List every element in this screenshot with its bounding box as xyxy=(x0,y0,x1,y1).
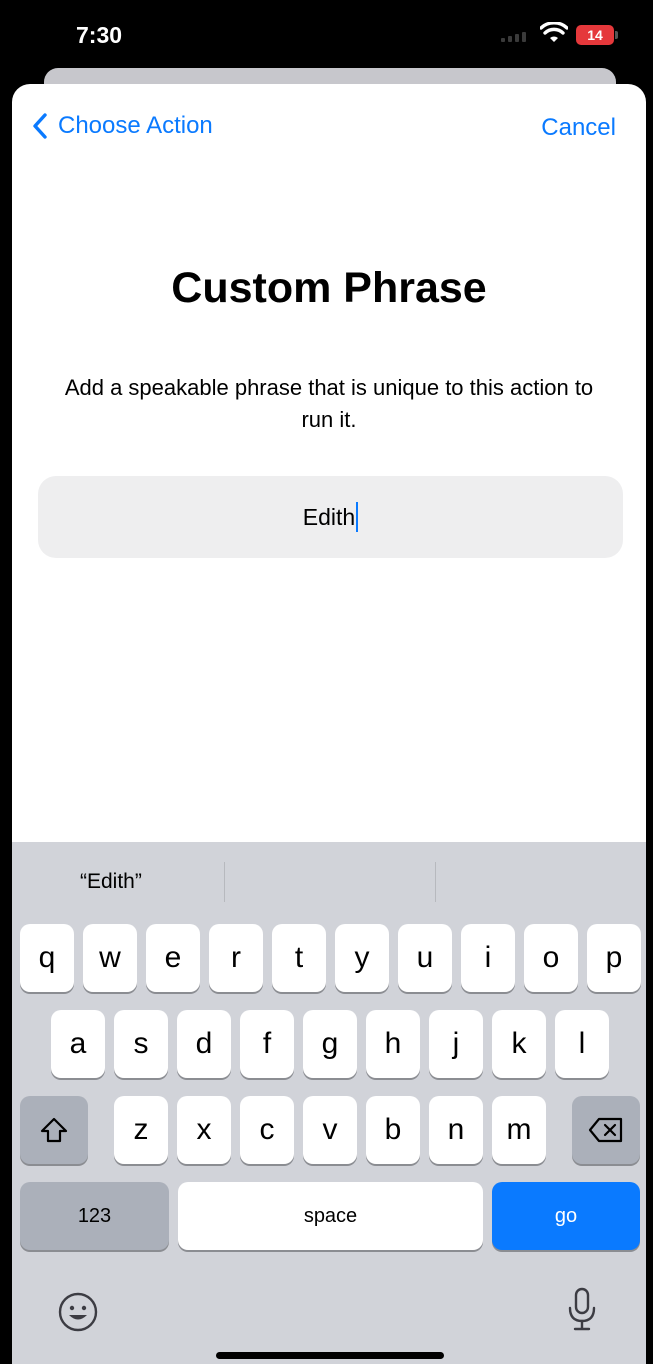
backspace-icon xyxy=(588,1117,623,1143)
key-b[interactable]: b xyxy=(366,1096,420,1164)
key-p[interactable]: p xyxy=(587,924,641,992)
key-r[interactable]: r xyxy=(209,924,263,992)
back-button[interactable]: Choose Action xyxy=(32,112,213,140)
shift-icon xyxy=(40,1117,68,1143)
key-j[interactable]: j xyxy=(429,1010,483,1078)
page-subtitle: Add a speakable phrase that is unique to… xyxy=(64,375,594,432)
key-i[interactable]: i xyxy=(461,924,515,992)
key-n[interactable]: n xyxy=(429,1096,483,1164)
emoji-icon[interactable] xyxy=(56,1290,100,1334)
microphone-icon[interactable] xyxy=(564,1286,600,1334)
suggestion-1[interactable]: “Edith” xyxy=(80,870,142,894)
key-f[interactable]: f xyxy=(240,1010,294,1078)
status-bar: 7:30 14 xyxy=(0,0,653,70)
key-g[interactable]: g xyxy=(303,1010,357,1078)
status-time: 7:30 xyxy=(76,22,123,48)
page-title: Custom Phrase xyxy=(171,264,487,312)
key-t[interactable]: t xyxy=(272,924,326,992)
keyboard: “Edith” q w e r t y u i o p a s d f g h … xyxy=(12,842,646,1364)
chevron-left-icon xyxy=(33,113,47,139)
key-w[interactable]: w xyxy=(83,924,137,992)
key-c[interactable]: c xyxy=(240,1096,294,1164)
wifi-icon xyxy=(540,22,568,42)
key-y[interactable]: y xyxy=(335,924,389,992)
phrase-input[interactable]: Edith xyxy=(38,476,623,558)
phrase-input-value: Edith xyxy=(302,503,356,530)
suggestion-divider xyxy=(435,862,436,902)
key-x[interactable]: x xyxy=(177,1096,231,1164)
suggestion-bar: “Edith” xyxy=(12,842,646,924)
battery-tip xyxy=(615,31,618,39)
space-key[interactable]: space xyxy=(178,1182,483,1250)
key-m[interactable]: m xyxy=(492,1096,546,1164)
key-q[interactable]: q xyxy=(20,924,74,992)
key-l[interactable]: l xyxy=(555,1010,609,1078)
key-d[interactable]: d xyxy=(177,1010,231,1078)
text-caret xyxy=(356,502,359,532)
key-h[interactable]: h xyxy=(366,1010,420,1078)
key-u[interactable]: u xyxy=(398,924,452,992)
shift-key[interactable] xyxy=(20,1096,88,1164)
home-indicator[interactable] xyxy=(216,1352,444,1359)
back-label: Choose Action xyxy=(58,112,213,139)
suggestion-divider xyxy=(224,862,225,902)
numbers-key[interactable]: 123 xyxy=(20,1182,169,1250)
key-k[interactable]: k xyxy=(492,1010,546,1078)
key-e[interactable]: e xyxy=(146,924,200,992)
key-a[interactable]: a xyxy=(51,1010,105,1078)
battery-icon: 14 xyxy=(576,25,614,45)
cancel-button[interactable]: Cancel xyxy=(541,114,616,142)
key-s[interactable]: s xyxy=(114,1010,168,1078)
cellular-signal-icon xyxy=(501,32,526,42)
key-o[interactable]: o xyxy=(524,924,578,992)
go-key[interactable]: go xyxy=(492,1182,640,1250)
delete-key[interactable] xyxy=(572,1096,640,1164)
key-z[interactable]: z xyxy=(114,1096,168,1164)
key-v[interactable]: v xyxy=(303,1096,357,1164)
